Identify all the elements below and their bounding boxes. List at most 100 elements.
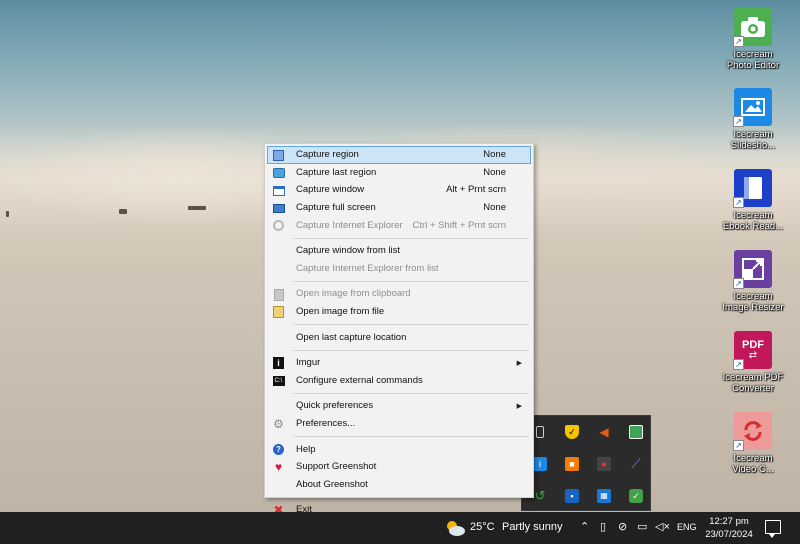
capture-region-icon <box>272 149 285 162</box>
desktop-icon-video-converter[interactable]: ↗ Icecream Video C... <box>722 412 784 475</box>
usb-drive-icon <box>536 426 544 438</box>
desktop-icon-label: Icecream Image Resizer <box>722 291 784 313</box>
menu-item-shortcut: None <box>483 166 506 178</box>
menu-item-label: About Greenshot <box>296 478 368 490</box>
menu-item-shortcut: None <box>483 149 506 161</box>
language-indicator[interactable]: ENG <box>677 522 697 532</box>
desktop-icon-photo-editor[interactable]: ↗ Icecream Photo Editor <box>722 8 784 71</box>
camera-icon: ↗ <box>733 8 772 47</box>
tray-icon-security[interactable]: ✓ <box>556 416 588 448</box>
notification-center-icon[interactable] <box>765 520 781 538</box>
menu-item-label: Capture full screen <box>296 202 376 214</box>
menu-item-support-greenshot[interactable]: ♥ Support Greenshot <box>267 458 531 476</box>
menu-item-shortcut: None <box>483 202 506 214</box>
menu-item-label: Help <box>296 443 316 455</box>
menu-item-label: Open image from file <box>296 306 385 318</box>
menu-item-help[interactable]: ? Help <box>267 440 531 458</box>
menu-item-configure-external-commands[interactable]: C:\ Configure external commands <box>267 372 531 390</box>
menu-item-shortcut: Alt + Prnt scrn <box>446 184 506 196</box>
menu-item-quick-preferences[interactable]: Quick preferences ▶ <box>267 397 531 415</box>
shortcut-arrow-icon: ↗ <box>733 278 744 289</box>
desktop-icon-image-resizer[interactable]: ↗ Icecream Image Resizer <box>722 250 784 313</box>
desktop-icon-slideshow[interactable]: ↗ Icecream Slidesho... <box>722 88 784 151</box>
internet-explorer-icon <box>272 219 285 232</box>
menu-item-label: Configure external commands <box>296 374 423 386</box>
show-hidden-icons-chevron-icon[interactable]: ⌃ <box>580 520 589 533</box>
green-tray-icon: ↺ <box>534 488 546 503</box>
security-shield-icon: ✓ <box>565 425 579 439</box>
tray-icon-blue[interactable]: ▪ <box>556 480 588 512</box>
tray-icon-orange[interactable]: ■ <box>556 448 588 480</box>
desktop-icon-pdf-converter[interactable]: PDF ⇄ ↗ Icecream PDF Converter <box>722 331 784 394</box>
menu-separator <box>293 320 529 326</box>
menu-item-about-greenshot[interactable]: About Greenshot <box>267 476 531 494</box>
touchpad-off-icon[interactable]: ⊘ <box>618 520 627 533</box>
menu-item-shortcut: Ctrl + Shift + Prnt scrn <box>412 219 506 231</box>
menu-item-capture-region[interactable]: Capture region None <box>267 146 531 164</box>
weather-condition[interactable]: Partly sunny <box>502 521 563 533</box>
tray-icon-speaker[interactable]: ◀ <box>588 416 620 448</box>
weather-widget-icon[interactable] <box>444 519 466 537</box>
network-monitor-icon[interactable]: ▭ <box>637 520 647 533</box>
tray-icon-feather[interactable]: ⟋ <box>620 448 652 480</box>
weather-temperature[interactable]: 25°C <box>470 521 495 533</box>
menu-item-open-last-capture-location[interactable]: Open last capture location <box>267 328 531 346</box>
menu-separator <box>293 432 529 438</box>
menu-item-label: Preferences... <box>296 418 356 430</box>
menu-item-label: Imgur <box>296 357 321 369</box>
taskbar: 25°C Partly sunny ⌃ ▯ ⊘ ▭ ◁× ENG 12:27 p… <box>0 512 800 544</box>
orange-app-icon: ■ <box>565 457 579 471</box>
imgur-icon: i <box>272 357 285 370</box>
convert-arrows-icon: ⇄ <box>748 350 758 361</box>
command-prompt-icon: C:\ <box>272 375 285 388</box>
desktop-icon-label: Icecream Photo Editor <box>726 49 780 71</box>
menu-item-capture-last-region[interactable]: Capture last region None <box>267 164 531 182</box>
clock[interactable]: 12:27 pm 23/07/2024 <box>704 515 754 541</box>
shortcut-arrow-icon: ↗ <box>733 36 744 47</box>
tray-icon-recorder[interactable]: ● <box>588 448 620 480</box>
shortcut-arrow-icon: ↗ <box>733 116 744 127</box>
tray-icon-monitor[interactable] <box>620 416 652 448</box>
resize-icon: ↗ <box>733 250 772 289</box>
clock-time: 12:27 pm <box>709 516 749 527</box>
info-app-icon: i <box>533 457 547 471</box>
checkmark-app-icon: ✓ <box>629 489 643 503</box>
recorder-icon: ● <box>597 457 611 471</box>
tray-icon-check[interactable]: ✓ <box>620 480 652 512</box>
menu-item-label: Capture Internet Explorer from list <box>296 262 439 274</box>
clock-date: 23/07/2024 <box>705 529 753 540</box>
menu-item-label: Capture window <box>296 184 365 196</box>
desktop-icon-label: Icecream Ebook Read... <box>722 210 784 232</box>
camera-in-use-icon[interactable]: ▯ <box>600 520 606 533</box>
desktop-icon-label: Icecream Slidesho... <box>730 129 776 151</box>
volume-muted-icon[interactable]: ◁× <box>655 520 670 533</box>
menu-item-capture-window-from-list[interactable]: Capture window from list <box>267 242 531 260</box>
menu-item-capture-window[interactable]: Capture window Alt + Prnt scrn <box>267 181 531 199</box>
menu-item-open-image-from-clipboard: Open image from clipboard <box>267 285 531 303</box>
menu-item-preferences[interactable]: ⚙ Preferences... <box>267 415 531 433</box>
menu-item-label: Support Greenshot <box>296 461 377 473</box>
menu-item-capture-internet-explorer: Capture Internet Explorer Ctrl + Shift +… <box>267 216 531 234</box>
help-icon: ? <box>272 443 285 456</box>
desktop-icon-ebook-reader[interactable]: ↗ Icecream Ebook Read... <box>722 169 784 232</box>
shortcut-arrow-icon: ↗ <box>733 359 744 370</box>
monitor-icon <box>272 202 285 215</box>
gear-icon: ⚙ <box>273 416 284 431</box>
slideshow-icon: ↗ <box>733 88 772 127</box>
menu-separator <box>293 277 529 283</box>
menu-item-open-image-from-file[interactable]: Open image from file <box>267 303 531 321</box>
menu-item-label: Open image from clipboard <box>296 288 411 300</box>
wallpaper-vehicle <box>119 209 127 214</box>
clipboard-icon <box>272 288 285 301</box>
blue-app-icon: ▪ <box>565 489 579 503</box>
menu-item-capture-full-screen[interactable]: Capture full screen None <box>267 199 531 217</box>
menu-item-label: Open last capture location <box>296 331 407 343</box>
desktop-icon-label: Icecream PDF Converter <box>722 372 784 394</box>
monitor-network-icon <box>629 425 643 439</box>
pdf-icon: PDF ⇄ ↗ <box>733 331 772 370</box>
capture-window-icon <box>272 184 285 197</box>
menu-item-imgur[interactable]: i Imgur ▶ <box>267 354 531 372</box>
open-file-icon <box>272 306 285 319</box>
tray-icon-grid[interactable]: ▦ <box>588 480 620 512</box>
shortcut-arrow-icon: ↗ <box>733 440 744 451</box>
